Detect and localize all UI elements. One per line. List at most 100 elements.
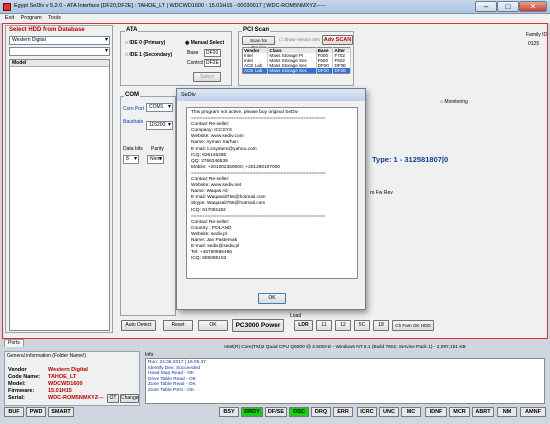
manual-select-label: Manual Select (190, 40, 225, 46)
table-cell: Mass Storage Sec (267, 68, 317, 74)
adv-scan-button[interactable]: Adv SCAN (322, 35, 353, 45)
status-err: ERR (333, 407, 353, 417)
load-5c-button[interactable]: 5C (354, 320, 370, 331)
family-select[interactable] (9, 47, 110, 56)
menu-program[interactable]: Program (21, 14, 42, 23)
databits-value: 8 (126, 156, 129, 162)
base-label: Base (187, 50, 199, 56)
baudrate-value: 115200 (149, 122, 166, 128)
cpu-info: Intel(R) Core(TM)2 Quad CPU Q9300 @ 2.50… (224, 345, 466, 350)
vendor-info-label: Vendor (8, 367, 27, 373)
table-row-selected[interactable]: ACE Lab Mass Storage Sec DF20 DF2E (242, 68, 351, 74)
show-vendor-label: Show Vendor Info (284, 37, 320, 42)
status-drdy: DRDY (241, 407, 263, 417)
pci-scan-group: PCI Scan Scan for Device ☐ Show Vendor I… (238, 27, 354, 86)
vendor-info-value: Western Digital (48, 367, 88, 373)
ide1-label: IDE 1 (Secondary) (129, 52, 173, 58)
reset-button[interactable]: Reset (163, 320, 193, 331)
status-abrt: ABRT (472, 407, 494, 417)
monitoring-label: Monitoring (444, 99, 468, 105)
com-port-label: Com Port (123, 106, 145, 112)
tab-ports[interactable]: Ports (4, 339, 24, 347)
change-button[interactable]: Change (120, 394, 139, 403)
ot-button[interactable]: OT (107, 394, 119, 403)
monitoring-radio[interactable]: ○ Monitoring (440, 99, 468, 105)
model-info-label: Model: (8, 381, 26, 387)
title-bar: Egypt SeDiv v 5.2.0 - ATA Interface [DF2… (0, 0, 550, 14)
status-mcr: MCR (449, 407, 470, 417)
codename-label: Code Name: (8, 374, 41, 380)
load-ldr-button[interactable]: LDR (294, 320, 313, 331)
load-label: Load (290, 313, 302, 319)
status-buf[interactable]: BUF (4, 407, 24, 417)
firmware-info-label: Firmware: (8, 388, 35, 394)
com-port-select[interactable]: COM1 (146, 103, 173, 112)
codename-value: TAHOE_LT (48, 374, 77, 380)
firmware-rev-label: ro Fw Rev (370, 190, 393, 196)
pc3000-power-button[interactable]: PC3000 Power (232, 319, 284, 332)
vendor-select[interactable]: Western Digital (9, 36, 110, 45)
table-cell: DF20 (316, 68, 334, 74)
databits-label: Data bits (123, 146, 143, 152)
baudrate-label: Baudrate (123, 119, 144, 125)
load-12-button[interactable]: 12 (335, 320, 351, 331)
ok-main-button[interactable]: OK (198, 320, 228, 331)
scan-device-button[interactable]: Scan for Device (242, 36, 275, 50)
hdd-database-title: Select HDD from Database (9, 27, 85, 33)
dialog-ok-button[interactable]: OK (258, 293, 286, 304)
status-pwd[interactable]: PWD (26, 407, 46, 417)
status-mc: MC (401, 407, 421, 417)
app-icon (3, 3, 11, 11)
maximize-icon[interactable]: □ (497, 1, 519, 12)
status-amnf: AMNF (520, 407, 546, 417)
load-18-button[interactable]: 18 (373, 320, 389, 331)
model-list-header: Model (10, 60, 109, 67)
model-info-value: WDCWD1600 (48, 381, 83, 387)
show-vendor-checkbox[interactable]: ☐ Show Vendor Info (279, 37, 320, 43)
hdd-database-panel: Select HDD from Database Western Digital… (5, 25, 113, 333)
close-icon[interactable]: ✕ (519, 1, 547, 12)
dialog-message: This program not active, please buy orig… (186, 107, 358, 279)
parity-select[interactable]: None (147, 155, 164, 164)
com-title: COM (124, 92, 140, 98)
status-drq: DRQ (311, 407, 331, 417)
ide0-radio[interactable]: ○ IDE 0 (Primary) (125, 40, 165, 46)
table-cell: DF2E (332, 68, 351, 74)
baudrate-select[interactable]: 115200 (146, 121, 173, 130)
table-cell: ACE Lab (242, 68, 269, 74)
parity-value: None (150, 156, 162, 162)
menu-tools[interactable]: Tools (48, 14, 61, 23)
com-port-value: COM1 (149, 104, 164, 110)
control-label: Control (187, 60, 204, 66)
menu-exit[interactable]: Exit (5, 14, 14, 23)
sediv-dialog: SeDiv This program not active, please bu… (176, 88, 366, 310)
minimize-icon[interactable]: – (475, 1, 497, 12)
parity-label: Parity (151, 146, 164, 152)
status-dsc: DSC (289, 407, 309, 417)
com-group: COM Com Port COM1 Baudrate 115200 Data b… (120, 92, 176, 316)
select-button[interactable]: Select (193, 72, 221, 82)
window-title: Egypt SeDiv v 5.2.0 - ATA Interface [DF2… (14, 3, 326, 9)
ide0-label: IDE 0 (Primary) (129, 40, 166, 46)
ata-group: ATA ○ IDE 0 (Primary) ○ IDE 1 (Secondary… (120, 27, 232, 86)
pci-scan-title: PCI Scan (242, 27, 271, 33)
base-input[interactable]: DF20 (204, 49, 221, 57)
databits-select[interactable]: 8 (123, 155, 139, 164)
dialog-title: SeDiv (177, 89, 365, 101)
status-unc: UNC (379, 407, 399, 417)
status-smart[interactable]: SMART (48, 407, 74, 417)
control-input[interactable]: DF2E (204, 59, 221, 67)
log-box[interactable]: Run: 24.06.2017 | 16.06.37 Identify Dev:… (145, 358, 545, 404)
log-line: Zone Table PSN - OK (148, 387, 195, 393)
general-info-title: General information (Folder Name!) (7, 353, 86, 359)
firmware-info-value: 15.01H15 (48, 388, 72, 394)
manual-select-radio[interactable]: ◉ Manual Select (185, 40, 224, 46)
auto-detect-button[interactable]: Auto Detect (121, 320, 156, 331)
model-list[interactable]: Model (9, 59, 110, 331)
family-id-label: Family ID (526, 32, 548, 38)
ide1-radio[interactable]: ○ IDE 1 (Secondary) (125, 52, 172, 58)
load-11-button[interactable]: 11 (316, 320, 332, 331)
ch-fam-ok-button[interactable]: Ch Fam OK HDD (392, 320, 434, 331)
pci-table: Vendor Class Base Alter Intel Mass Storag… (242, 47, 351, 74)
status-icrc: ICRC (357, 407, 377, 417)
